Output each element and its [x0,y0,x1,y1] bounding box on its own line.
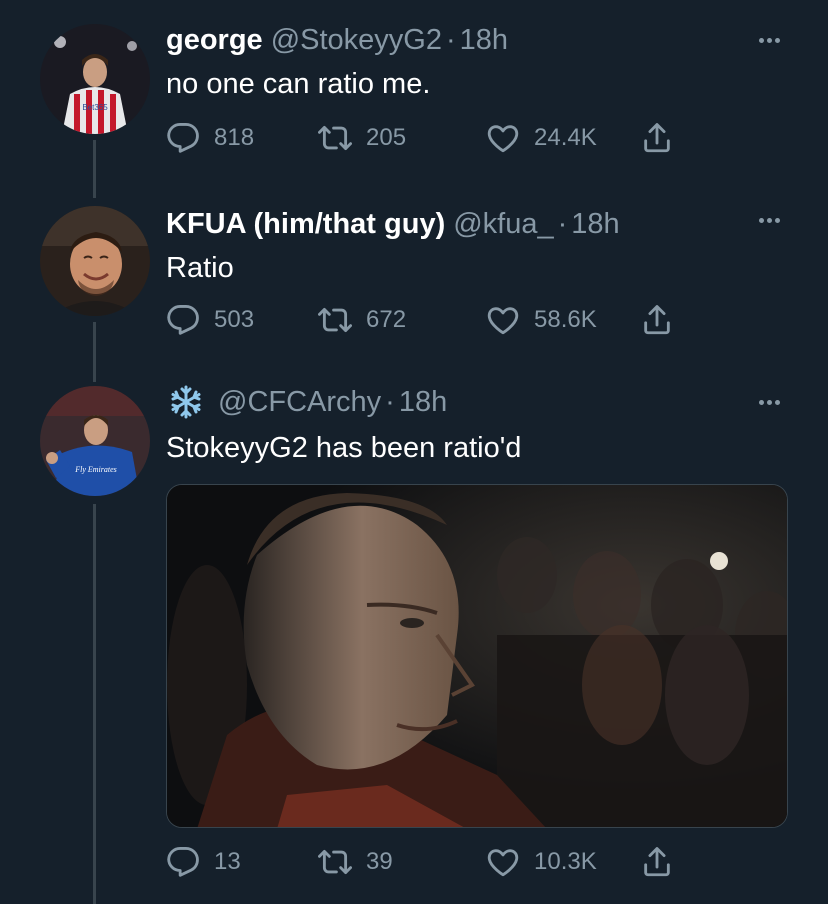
separator-dot: · [557,207,568,240]
share-icon [644,847,670,877]
user-handle[interactable]: @kfua_ [453,208,553,241]
tweet-text: StokeyyG2 has been ratio'd [166,432,522,464]
share-button[interactable] [640,842,674,882]
tweet-george[interactable]: Bet365 george @StokeyyG2 · 18h no one ca… [0,0,828,198]
like-button[interactable]: 10.3K [486,842,597,882]
user-handle[interactable]: @StokeyyG2 [271,24,442,57]
retweet-button[interactable]: 39 [318,842,393,882]
share-icon [644,305,670,335]
like-count: 24.4K [534,124,597,151]
user-handle[interactable]: @CFCArchy [218,386,381,419]
tweet-actions: 503 672 58.6K [166,300,686,340]
retweet-icon [318,849,352,875]
retweet-count: 39 [366,848,393,875]
share-icon [644,123,670,153]
like-count: 58.6K [534,306,597,333]
tweet-header: @CFCArchy · 18h [166,384,447,420]
tweet-actions: 818 205 24.4K [166,118,686,158]
retweet-button[interactable]: 672 [318,300,406,340]
display-name[interactable]: george [166,24,263,57]
avatar-kfua[interactable] [40,206,150,316]
retweet-count: 672 [366,306,407,333]
retweet-count: 205 [366,124,407,151]
separator-dot: · [385,385,395,418]
avatar-george[interactable]: Bet365 [40,24,150,134]
more-icon[interactable] [759,400,780,405]
reply-count: 818 [214,124,255,151]
reply-icon [167,846,199,877]
heart-icon [487,307,519,335]
tweet-media-image[interactable] [166,484,788,828]
retweet-icon [318,125,352,151]
tweet-kfua[interactable]: KFUA (him/that guy) @kfua_ · 18h Ratio 5… [0,190,828,382]
tweet-header: george @StokeyyG2 · 18h [166,22,508,58]
snowflake-icon [166,382,206,422]
share-button[interactable] [640,118,674,158]
reply-button[interactable]: 503 [166,300,254,340]
timestamp[interactable]: 18h [460,24,508,57]
more-icon[interactable] [759,218,780,223]
like-button[interactable]: 58.6K [486,300,597,340]
heart-icon [487,125,519,153]
more-icon[interactable] [759,38,780,43]
like-button[interactable]: 24.4K [486,118,597,158]
tweet-text: Ratio [166,252,234,284]
reply-button[interactable]: 818 [166,118,254,158]
like-count: 10.3K [534,848,597,875]
tweet-thread: Bet365 george @StokeyyG2 · 18h no one ca… [0,0,828,904]
heart-icon [487,849,519,877]
avatar-jersey-text: Bet365 [82,103,108,112]
share-button[interactable] [640,300,674,340]
retweet-icon [318,307,352,333]
avatar-jersey-text: Fly Emirates [74,465,117,474]
timestamp[interactable]: 18h [399,386,447,419]
tweet-actions: 13 39 10.3K [166,842,686,882]
timestamp[interactable]: 18h [571,208,619,241]
display-name[interactable]: KFUA (him/that guy) [166,208,445,241]
separator-dot: · [445,23,456,56]
reply-count: 13 [214,848,241,875]
thread-connector [93,504,96,904]
tweet-cfcarchy[interactable]: Fly Emirates @CFCArchy · 18h StokeyyG2 h… [0,370,828,904]
reply-icon [167,304,199,335]
reply-count: 503 [214,306,255,333]
tweet-header: KFUA (him/that guy) @kfua_ · 18h [166,206,620,242]
avatar-cfcarchy[interactable]: Fly Emirates [40,386,150,496]
reply-icon [167,122,199,153]
retweet-button[interactable]: 205 [318,118,406,158]
tweet-text: no one can ratio me. [166,68,431,100]
reply-button[interactable]: 13 [166,842,241,882]
